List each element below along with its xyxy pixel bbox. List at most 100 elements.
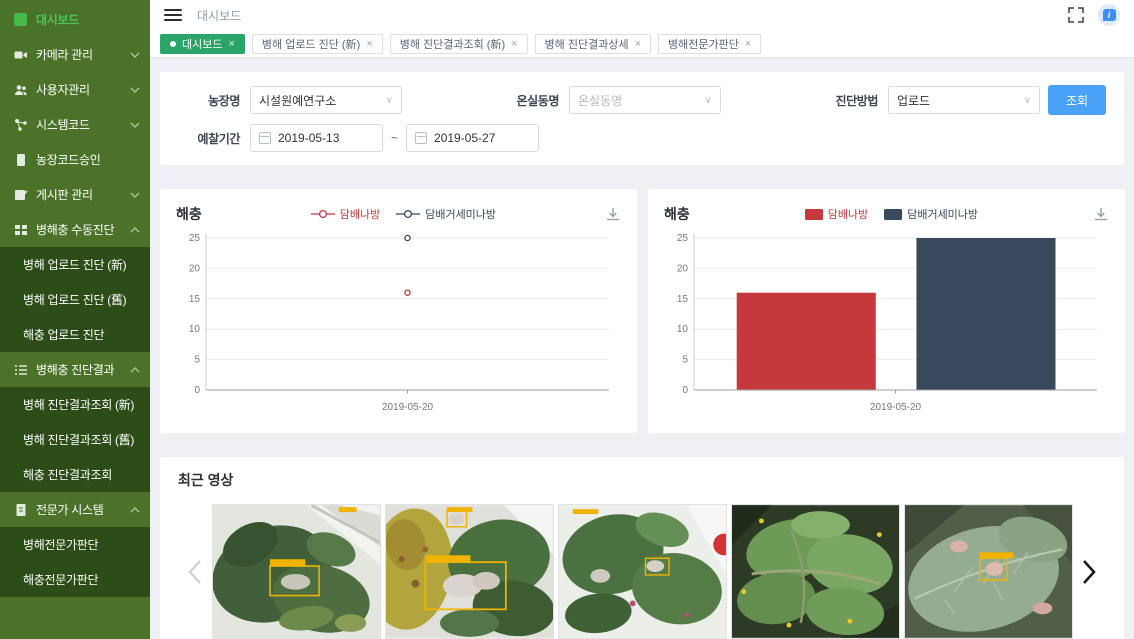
- svg-text:15: 15: [189, 294, 201, 305]
- tab-dashboard[interactable]: 대시보드 ×: [160, 34, 245, 54]
- grid-icon: [13, 222, 28, 237]
- sidebar-item-system-code[interactable]: 시스템코드: [0, 107, 150, 142]
- chart-title: 해충: [176, 204, 202, 224]
- tomato-plant-photo-4[interactable]: [731, 504, 900, 639]
- swatch-icon: [884, 209, 902, 220]
- submenu-manual-diagnosis: 병해 업로드 진단 (新) 병해 업로드 진단 (舊) 해충 업로드 진단: [0, 247, 150, 352]
- chart-title: 해충: [664, 204, 690, 224]
- tab-bar: 대시보드 × 병해 업로드 진단 (新)× 병해 진단결과조회 (新)× 병해 …: [150, 30, 1134, 58]
- pest-bar-chart-card: 해충 담배나방 담배거세미나방: [648, 189, 1125, 433]
- page-title: 대시보드: [197, 7, 241, 24]
- diagnosis-method-label: 진단방법: [816, 92, 878, 109]
- submenu-expert-system: 병해전문가판단 해충전문가판단: [0, 527, 150, 597]
- content-area: 농장명 시설원예연구소∨ 온실동명 온실동명∨ 진단방법 업로드∨ 조회: [150, 58, 1134, 639]
- tab-disease-result-view-new[interactable]: 병해 진단결과조회 (新)×: [390, 34, 528, 54]
- sidebar-item-camera-management[interactable]: 카메라 관리: [0, 37, 150, 72]
- document-icon: [13, 152, 28, 167]
- nodes-icon: [13, 117, 28, 132]
- period-label: 예찰기간: [178, 130, 240, 147]
- close-icon[interactable]: ×: [366, 38, 372, 50]
- chevron-down-icon: ∨: [386, 95, 393, 106]
- legend-item: 담배거세미나방: [396, 206, 496, 222]
- sidebar-item-disease-expert-judgment[interactable]: 병해전문가판단: [0, 527, 150, 562]
- tomato-leaf-photo-5[interactable]: [904, 504, 1073, 639]
- chevron-up-icon: [130, 367, 140, 373]
- svg-text:5: 5: [682, 355, 688, 366]
- tab-disease-expert-judgment[interactable]: 병해전문가판단×: [658, 34, 761, 54]
- info-button[interactable]: i: [1098, 4, 1120, 26]
- svg-text:0: 0: [194, 385, 200, 396]
- svg-text:10: 10: [677, 324, 689, 335]
- chevron-right-icon: [1081, 559, 1097, 585]
- sidebar-item-board-management[interactable]: 게시판 관리: [0, 177, 150, 212]
- close-icon[interactable]: ×: [228, 38, 234, 50]
- fullscreen-icon[interactable]: [1068, 7, 1084, 23]
- recent-images-title: 최근 영상: [178, 470, 1106, 490]
- chevron-down-icon: [130, 122, 140, 128]
- svg-text:20: 20: [677, 263, 689, 274]
- svg-text:25: 25: [677, 233, 689, 244]
- sidebar-item-expert-system[interactable]: 전문가 시스템: [0, 492, 150, 527]
- download-icon[interactable]: [605, 206, 621, 222]
- chevron-up-icon: [130, 227, 140, 233]
- svg-text:2019-05-20: 2019-05-20: [382, 402, 434, 413]
- tomato-leaf-photo-1[interactable]: [212, 504, 381, 639]
- download-icon[interactable]: [1093, 206, 1109, 222]
- diagnosis-method-select[interactable]: 업로드∨: [888, 86, 1040, 114]
- carousel-prev-button[interactable]: [178, 504, 212, 639]
- svg-text:0: 0: [682, 385, 688, 396]
- sidebar-item-insect-expert-judgment[interactable]: 해충전문가판단: [0, 562, 150, 597]
- tab-disease-upload-diagnosis-new[interactable]: 병해 업로드 진단 (新)×: [252, 34, 383, 54]
- sidebar-item-insect-result-view[interactable]: 해충 진단결과조회: [0, 457, 150, 492]
- calendar-icon: [415, 132, 427, 144]
- close-icon[interactable]: ×: [511, 38, 517, 50]
- app-window: 대시보드 카메라 관리 사용자관리 시스템코드 농장코드승인 게시판 관리: [0, 0, 1134, 639]
- date-range-separator: ~: [391, 131, 398, 145]
- calendar-icon: [259, 132, 271, 144]
- file-icon: [13, 502, 28, 517]
- svg-text:5: 5: [194, 355, 200, 366]
- close-icon[interactable]: ×: [745, 38, 751, 50]
- legend-item: 담배나방: [805, 206, 868, 222]
- tomato-leaf-photo-3[interactable]: [558, 504, 727, 639]
- period-start-date-input[interactable]: 2019-05-13: [250, 124, 383, 152]
- pest-line-chart-card: 해충 담배나방 담배거세미나방: [160, 189, 637, 433]
- line-marker-icon: [311, 209, 335, 219]
- legend-item: 담배거세미나방: [884, 206, 978, 222]
- sidebar-item-user-management[interactable]: 사용자관리: [0, 72, 150, 107]
- sidebar-item-disease-upload-diagnosis-new[interactable]: 병해 업로드 진단 (新): [0, 247, 150, 282]
- info-icon: i: [1103, 9, 1116, 21]
- search-button[interactable]: 조회: [1048, 85, 1106, 115]
- tomato-leaf-photo-2[interactable]: [385, 504, 554, 639]
- sidebar-item-disease-upload-diagnosis-old[interactable]: 병해 업로드 진단 (舊): [0, 282, 150, 317]
- pest-bar-chart: 0 5 10 15 20 25 2019-05-20: [664, 228, 1109, 416]
- close-icon[interactable]: ×: [635, 38, 641, 50]
- svg-text:2019-05-20: 2019-05-20: [870, 402, 922, 413]
- chart-legend: 담배나방 담배거세미나방: [202, 206, 605, 222]
- sidebar-item-insect-upload-diagnosis[interactable]: 해충 업로드 진단: [0, 317, 150, 352]
- sidebar-item-disease-result-view-new[interactable]: 병해 진단결과조회 (新): [0, 387, 150, 422]
- legend-item: 담배나방: [311, 206, 380, 222]
- chevron-down-icon: ∨: [705, 95, 712, 106]
- line-marker-icon: [396, 209, 420, 219]
- sidebar-item-diagnosis-results[interactable]: 병해충 진단결과: [0, 352, 150, 387]
- top-bar: 대시보드 i: [150, 0, 1134, 30]
- svg-text:15: 15: [677, 294, 689, 305]
- pest-scatter-chart: 05101520252019-05-20: [176, 228, 621, 416]
- sidebar-item-dashboard[interactable]: 대시보드: [0, 2, 150, 37]
- sidebar-item-pest-manual-diagnosis[interactable]: 병해충 수동진단: [0, 212, 150, 247]
- svg-text:25: 25: [189, 233, 201, 244]
- svg-text:10: 10: [189, 324, 201, 335]
- sidebar-item-farm-code-approval[interactable]: 농장코드승인: [0, 142, 150, 177]
- sidebar-item-disease-result-view-old[interactable]: 병해 진단결과조회 (舊): [0, 422, 150, 457]
- farm-name-select[interactable]: 시설원예연구소∨: [250, 86, 402, 114]
- tab-disease-result-detail[interactable]: 병해 진단결과상세×: [535, 34, 651, 54]
- carousel-next-button[interactable]: [1073, 504, 1107, 639]
- carousel-track: [212, 504, 1073, 639]
- hamburger-menu-icon[interactable]: [164, 9, 182, 22]
- filter-panel: 농장명 시설원예연구소∨ 온실동명 온실동명∨ 진단방법 업로드∨ 조회: [160, 72, 1124, 165]
- board-icon: [13, 187, 28, 202]
- greenhouse-select[interactable]: 온실동명∨: [569, 86, 721, 114]
- period-end-date-input[interactable]: 2019-05-27: [406, 124, 539, 152]
- users-icon: [13, 82, 28, 97]
